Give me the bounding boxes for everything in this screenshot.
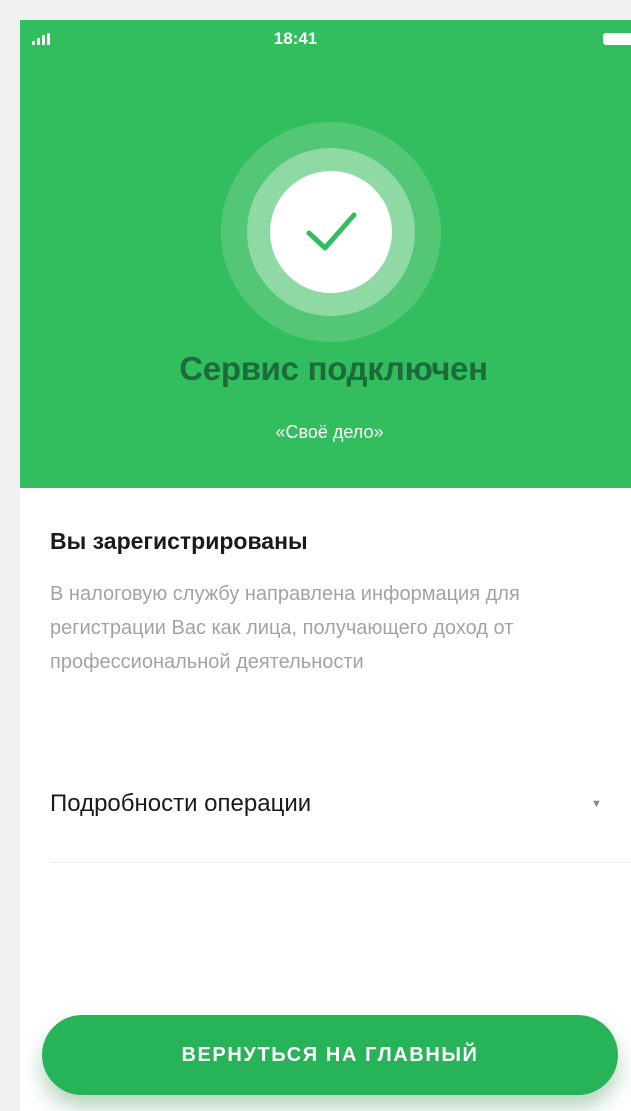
registration-title: Вы зарегистрированы [50, 528, 308, 554]
page-title: Сервис подключен [179, 350, 488, 387]
operation-details-toggle[interactable]: Подробности операции ▼ [50, 770, 631, 863]
app-screen: 18:41 Сервис подключен «Своё дело» Вы за… [20, 20, 631, 1111]
registration-description: В налоговую службу направлена информация… [50, 583, 520, 673]
operation-details-label: Подробности операции [50, 790, 312, 817]
battery-icon [603, 33, 631, 45]
check-icon [306, 212, 357, 251]
status-time: 18:41 [273, 29, 318, 48]
success-header: 18:41 Сервис подключен «Своё дело» [20, 20, 631, 488]
status-bar: 18:41 [20, 20, 631, 62]
service-name: «Своё дело» [275, 422, 384, 442]
caret-down-icon: ▼ [591, 798, 602, 810]
return-home-button[interactable]: ВЕРНУТЬСЯ НА ГЛАВНЫЙ [42, 1015, 618, 1095]
